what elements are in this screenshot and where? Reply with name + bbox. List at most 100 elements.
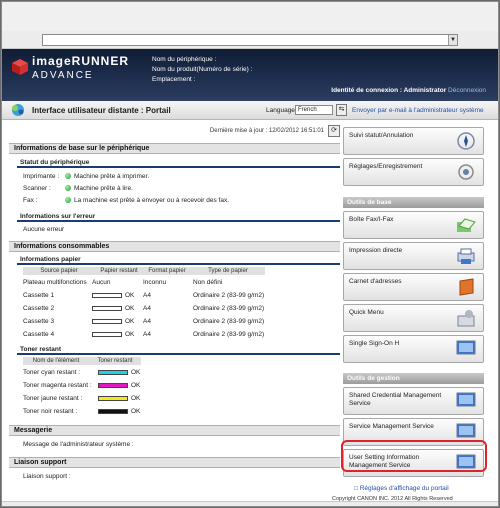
paper-remaining: OK bbox=[92, 291, 134, 300]
last-updated: Dernière mise à jour : 12/02/2012 16:51:… bbox=[209, 128, 324, 134]
monitor-icon bbox=[456, 392, 476, 407]
browser-toolbar bbox=[2, 2, 498, 33]
language-select[interactable]: French bbox=[295, 105, 333, 115]
paper-source: Cassette 1 bbox=[23, 292, 55, 299]
toner-level-bar bbox=[98, 396, 128, 401]
toner-value: OK bbox=[131, 395, 141, 402]
printer-status: Machine prête à imprimer. bbox=[65, 172, 149, 181]
status-ok-icon bbox=[65, 197, 71, 203]
fax-box-button[interactable]: Boîte Fax/I-Fax bbox=[343, 211, 484, 239]
address-dropdown-icon[interactable]: ▼ bbox=[448, 35, 457, 45]
service-management-label: Service Management Service bbox=[349, 423, 434, 430]
toner-name: Toner magenta restant : bbox=[23, 382, 92, 389]
paper-remaining-value: OK bbox=[125, 292, 135, 299]
refresh-icon[interactable]: ⟳ bbox=[328, 125, 340, 137]
toner-level-bar bbox=[98, 383, 128, 388]
paper-level-bar bbox=[92, 293, 122, 298]
toner-name: Toner jaune restant : bbox=[23, 395, 83, 402]
browser-statusbar bbox=[2, 501, 498, 506]
section-basic-info: Informations de base sur le périphérique bbox=[9, 143, 340, 154]
subsection-error-info: Informations sur l'erreur bbox=[17, 212, 340, 222]
paper-source: Plateau multifonctions bbox=[23, 279, 87, 286]
category-management-tools: Outils de gestion bbox=[343, 373, 484, 384]
section-consumables: Informations consommables bbox=[9, 241, 340, 252]
section-messaging: Messagerie bbox=[9, 425, 340, 436]
fax-status-label: Fax : bbox=[23, 197, 38, 204]
paper-source: Cassette 3 bbox=[23, 318, 55, 325]
direct-print-button[interactable]: Impression directe bbox=[343, 242, 484, 270]
device-location-label: Emplacement : bbox=[152, 76, 196, 83]
toner-level: OK bbox=[98, 381, 140, 390]
device-info: Nom du périphérique : Nom du produit(Num… bbox=[152, 55, 252, 85]
col-toner-remaining: Toner restant bbox=[89, 357, 141, 365]
address-book-button[interactable]: Carnet d'adresses bbox=[343, 273, 484, 301]
paper-remaining-value: OK bbox=[125, 305, 135, 312]
settings-registration-button[interactable]: Réglages/Enregistrement bbox=[343, 158, 484, 186]
quick-menu-label: Quick Menu bbox=[349, 309, 384, 316]
status-monitor-button[interactable]: Suivi statut/Annulation bbox=[343, 127, 484, 155]
paper-remaining-value: OK bbox=[125, 331, 135, 338]
printer-status-label: Imprimante : bbox=[23, 173, 60, 180]
language-label: Language : bbox=[266, 107, 299, 114]
subsection-device-status: Statut du périphérique bbox=[17, 158, 340, 168]
scanner-status: Machine prête à lire. bbox=[65, 184, 133, 193]
paper-type: Non défini bbox=[193, 279, 223, 286]
paper-remaining: OK bbox=[92, 330, 134, 339]
paper-remaining: Aucun bbox=[92, 279, 111, 286]
portal-titlebar: Interface utilisateur distante : Portail… bbox=[2, 101, 498, 120]
direct-print-label: Impression directe bbox=[349, 247, 403, 254]
main-content: Dernière mise à jour : 12/02/2012 16:51:… bbox=[9, 125, 340, 503]
settings-registration-label: Réglages/Enregistrement bbox=[349, 163, 423, 170]
logout-link[interactable]: Déconnexion bbox=[448, 87, 486, 94]
toner-name: Toner noir restant : bbox=[23, 408, 78, 415]
printer-icon bbox=[457, 248, 475, 264]
subsection-toner: Toner restant bbox=[17, 345, 340, 355]
address-book-icon bbox=[459, 278, 474, 296]
toner-level-bar bbox=[98, 409, 128, 414]
single-sign-on-button[interactable]: Single Sign-On H bbox=[343, 335, 484, 363]
address-field[interactable] bbox=[42, 34, 458, 46]
col-paper-remaining: Papier restant bbox=[95, 267, 143, 275]
paper-size: A4 bbox=[143, 318, 151, 325]
single-sign-on-label: Single Sign-On H bbox=[349, 340, 400, 347]
toner-level: OK bbox=[98, 368, 140, 377]
scanner-status-value: Machine prête à lire. bbox=[74, 185, 133, 192]
portal-icon bbox=[12, 104, 24, 116]
address-book-label: Carnet d'adresses bbox=[349, 278, 402, 285]
toner-level-bar bbox=[98, 370, 128, 375]
brand-subname: ADVANCE bbox=[32, 70, 94, 81]
toner-name: Toner cyan restant : bbox=[23, 369, 81, 376]
paper-remaining-value: OK bbox=[125, 318, 135, 325]
portal-display-settings-label: Réglages d'affichage du portail bbox=[359, 485, 449, 492]
fax-status: La machine est prête à envoyer ou à rece… bbox=[65, 196, 229, 205]
col-toner-name: Nom de l'élément bbox=[23, 357, 89, 365]
status-monitor-icon bbox=[457, 132, 475, 150]
support-link-label: Liaison support : bbox=[23, 473, 71, 480]
portal-display-settings-link[interactable]: □ Réglages d'affichage du portail bbox=[354, 485, 449, 492]
paper-size: A4 bbox=[143, 292, 151, 299]
shared-credential-label: Shared Credential Management Service bbox=[349, 392, 442, 407]
fax-status-value: La machine est prête à envoyer ou à rece… bbox=[74, 197, 230, 204]
status-ok-icon bbox=[65, 185, 71, 191]
language-apply-icon[interactable]: ⇆ bbox=[336, 104, 347, 116]
mail-admin-link[interactable]: Envoyer par e-mail à l'administrateur sy… bbox=[352, 107, 484, 114]
shared-credential-button[interactable]: Shared Credential Management Service bbox=[343, 387, 484, 415]
paper-type: Ordinaire 2 (83-99 g/m2) bbox=[193, 292, 265, 299]
admin-message-label: Message de l'administrateur système : bbox=[23, 441, 134, 448]
paper-remaining: OK bbox=[92, 304, 134, 313]
toner-level: OK bbox=[98, 394, 140, 403]
device-name-label: Nom du périphérique : bbox=[152, 56, 217, 63]
quick-menu-button[interactable]: Quick Menu bbox=[343, 304, 484, 332]
paper-remaining: OK bbox=[92, 317, 134, 326]
error-value: Aucune erreur bbox=[23, 226, 65, 233]
col-paper-size: Format papier bbox=[143, 267, 191, 275]
paper-size: Inconnu bbox=[143, 279, 167, 286]
imagerunner-logo-icon bbox=[12, 59, 28, 75]
toner-value: OK bbox=[131, 408, 141, 415]
login-label: Identité de connexion : Administrator bbox=[331, 87, 447, 94]
paper-level-bar bbox=[92, 306, 122, 311]
paper-type: Ordinaire 2 (83-99 g/m2) bbox=[193, 318, 265, 325]
paper-source: Cassette 2 bbox=[23, 305, 55, 312]
header-banner: imageRUNNER ADVANCE Nom du périphérique … bbox=[2, 49, 498, 101]
category-basic-tools: Outils de base bbox=[343, 197, 484, 208]
